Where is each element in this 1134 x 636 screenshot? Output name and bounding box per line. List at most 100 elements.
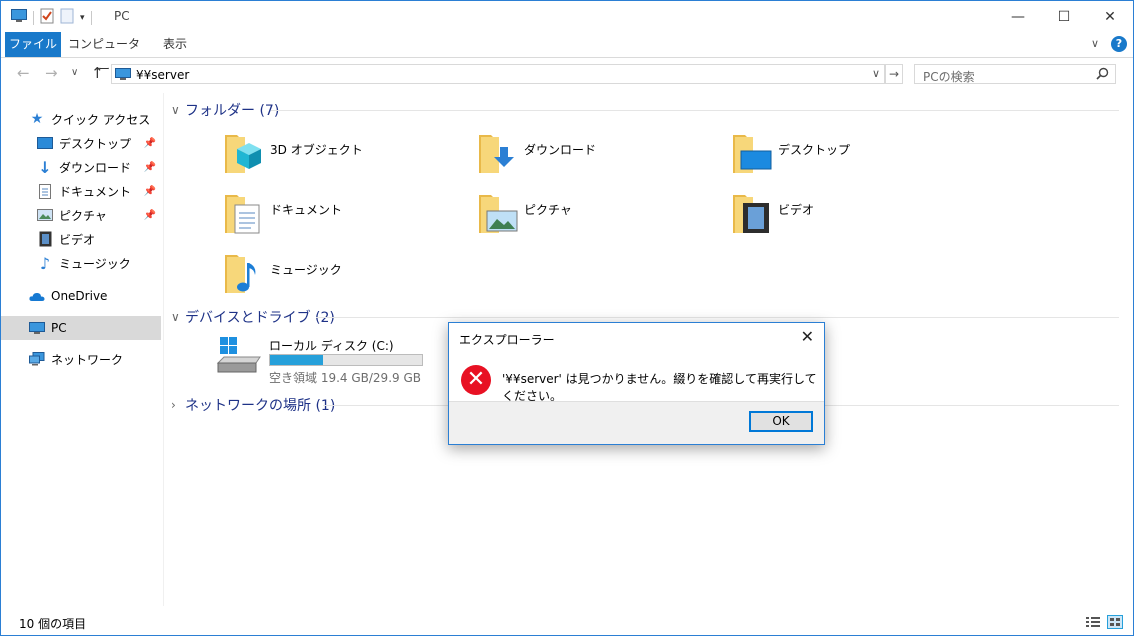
sidebar-item-network[interactable]: ネットワーク [1,347,161,371]
minimize-button[interactable]: — [995,1,1041,32]
quick-access-toolbar: ▾ [11,8,92,27]
folder-videos[interactable]: ビデオ [731,189,971,245]
status-bar: 10 個の項目 [1,607,1133,636]
tab-computer[interactable]: コンピューター [65,32,143,76]
expand-ribbon-icon[interactable]: ∨ [1091,37,1099,50]
sidebar-item-label: デスクトップ [59,136,132,151]
tab-view[interactable]: 表示 [153,32,197,57]
folder-downloads[interactable]: ダウンロード [477,129,717,185]
chevron-right-icon: › [171,398,176,412]
window-title: PC [114,9,130,23]
dialog-message: '¥¥server' は見つかりません。綴りを確認して再実行してください。 [502,372,817,403]
dialog-title: エクスプローラー [459,333,555,347]
sidebar-item-label: ミュージック [59,256,131,271]
back-arrow-icon[interactable]: ← [17,64,30,82]
drive-usage-fill [270,355,324,365]
new-folder-icon[interactable] [60,8,74,27]
folder-pictures[interactable]: ピクチャ [477,189,717,245]
folder-label: ダウンロード [524,143,597,157]
document-icon [37,183,53,199]
sidebar-item-label: ダウンロード [59,160,132,175]
address-bar[interactable]: ¥¥server ∨ [111,64,885,84]
sidebar-item-pictures[interactable]: ピクチャ 📌 [1,203,161,227]
computer-icon [29,320,45,336]
navigation-pane: ★ クイック アクセス デスクトップ 📌 ↓ ダウンロード 📌 ドキュメント 📌… [1,101,161,606]
folder-music[interactable]: ミュージック [223,249,463,305]
group-title: フォルダー (7) [185,103,280,119]
sidebar-item-label: ネットワーク [51,352,124,367]
sidebar-item-onedrive[interactable]: OneDrive [1,284,161,308]
error-icon: ✕ [461,365,491,395]
sidebar-item-music[interactable]: ♪ ミュージック [1,251,161,275]
sidebar-item-label: ビデオ [59,232,96,247]
window-controls: — ☐ ✕ [995,1,1133,32]
pin-icon[interactable]: 📌 [144,186,156,197]
maximize-icon: ☐ [1057,8,1071,25]
properties-icon[interactable] [40,8,54,27]
folder-label: ピクチャ [524,203,572,217]
toolbar-separator [33,10,34,25]
pin-icon[interactable]: 📌 [144,210,156,221]
drive-local-disk-c[interactable]: ローカル ディスク (C:) 空き領域 19.4 GB/29.9 GB [216,335,436,385]
drive-free-space: 空き領域 19.4 GB/29.9 GB [269,371,421,385]
star-icon: ★ [30,111,44,127]
drive-usage-bar [269,354,423,366]
folder-documents-icon [225,195,260,234]
search-input[interactable]: PCの検索 [914,64,1116,84]
details-view-icon[interactable] [1085,615,1101,632]
pin-icon[interactable]: 📌 [144,138,156,149]
sidebar-item-documents[interactable]: ドキュメント 📌 [1,179,161,203]
title-bar: ▾ PC — ☐ ✕ [1,1,1133,32]
pin-icon[interactable]: 📌 [144,162,156,173]
film-icon [37,231,53,247]
folder-3d-objects[interactable]: 3D オブジェクト [223,129,463,185]
download-arrow-icon: ↓ [38,157,52,177]
dialog-close-button[interactable]: ✕ [801,327,814,346]
help-icon[interactable]: ? [1111,36,1127,52]
network-icon [29,351,45,367]
sidebar-item-desktop[interactable]: デスクトップ 📌 [1,131,161,155]
music-note-icon: ♪ [39,253,51,273]
group-title: ネットワークの場所 (1) [185,398,336,414]
close-button[interactable]: ✕ [1087,1,1133,32]
group-header-folders[interactable]: ∨ フォルダー (7) [171,100,1121,120]
go-button[interactable]: → [885,64,903,84]
folder-label: デスクトップ [778,143,851,157]
search-icon[interactable] [1096,67,1109,83]
minimize-icon: — [1011,8,1025,25]
folder-videos-icon [733,195,769,233]
arrow-right-icon: → [888,67,900,81]
folder-desktop[interactable]: デスクトップ [731,129,971,185]
cloud-icon [29,288,45,304]
recent-locations-icon[interactable]: ∨ [71,67,78,78]
chevron-down-icon: ∨ [171,310,180,324]
sidebar-item-label: クイック アクセス [51,112,151,127]
folder-label: ビデオ [778,203,815,217]
sidebar-item-downloads[interactable]: ↓ ダウンロード 📌 [1,155,161,179]
address-path[interactable]: ¥¥server [136,68,189,82]
sidebar-item-videos[interactable]: ビデオ [1,227,161,251]
computer-icon [11,9,27,26]
close-icon: ✕ [1104,8,1116,25]
forward-arrow-icon[interactable]: → [45,64,58,82]
chevron-down-icon[interactable]: ∨ [872,67,880,80]
ok-button[interactable]: OK [749,411,813,432]
address-row: ← → ∨ ↑ ¥¥server ∨ → PCの検索 [1,58,1133,90]
group-divider [271,110,1119,111]
tab-file[interactable]: ファイル [5,32,61,57]
sidebar-item-pc[interactable]: PC [1,316,161,340]
large-icons-view-icon[interactable] [1107,615,1123,632]
folder-label: ドキュメント [270,203,343,217]
sidebar-item-label: PC [51,321,67,335]
error-dialog: エクスプローラー ✕ ✕ '¥¥server' は見つかりません。綴りを確認して… [448,322,825,445]
sidebar-item-quick-access[interactable]: ★ クイック アクセス [1,107,161,131]
explorer-window: ▾ PC — ☐ ✕ ファイル コンピューター 表示 ∨ ? ← → ∨ ↑ ¥… [0,0,1134,636]
pane-divider[interactable] [163,93,164,606]
desktop-icon [37,135,53,151]
toolbar-separator [90,10,92,25]
customize-toolbar-icon[interactable]: ▾ [80,13,85,23]
folder-documents[interactable]: ドキュメント [223,189,463,245]
up-arrow-icon[interactable]: ↑ [91,64,104,82]
chevron-down-icon: ∨ [171,103,180,117]
maximize-button[interactable]: ☐ [1041,1,1087,32]
